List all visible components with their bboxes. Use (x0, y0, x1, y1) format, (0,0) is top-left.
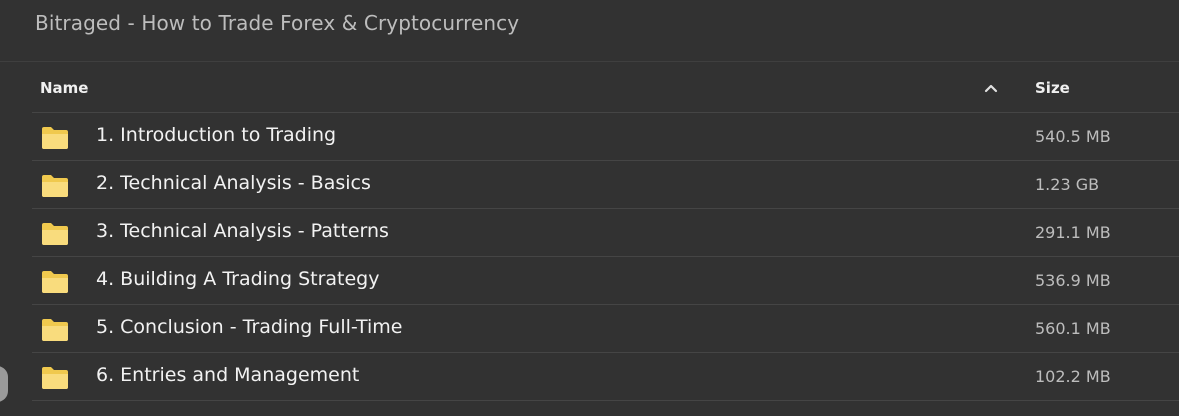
item-size: 291.1 MB (1035, 223, 1111, 242)
list-item[interactable]: 4. Building A Trading Strategy 536.9 MB (32, 257, 1179, 305)
list-item[interactable]: 1. Introduction to Trading 540.5 MB (32, 113, 1179, 161)
column-header-size[interactable]: Size (1035, 79, 1070, 97)
item-name: 2. Technical Analysis - Basics (96, 172, 371, 194)
item-size: 540.5 MB (1035, 127, 1111, 146)
list-item[interactable]: 5. Conclusion - Trading Full-Time 560.1 … (32, 305, 1179, 353)
item-size: 102.2 MB (1035, 367, 1111, 386)
side-panel-handle[interactable] (0, 366, 8, 402)
folder-icon (41, 222, 69, 246)
item-name: 3. Technical Analysis - Patterns (96, 220, 389, 242)
folder-title: Bitraged - How to Trade Forex & Cryptocu… (35, 11, 520, 35)
item-name: 6. Entries and Management (96, 364, 360, 386)
item-size: 536.9 MB (1035, 271, 1111, 290)
item-size: 1.23 GB (1035, 175, 1100, 194)
folder-icon (41, 270, 69, 294)
item-name: 5. Conclusion - Trading Full-Time (96, 316, 403, 338)
list-item[interactable]: 3. Technical Analysis - Patterns 291.1 M… (32, 209, 1179, 257)
file-browser-window: Bitraged - How to Trade Forex & Cryptocu… (0, 0, 1179, 416)
folder-icon (41, 174, 69, 198)
folder-icon (41, 318, 69, 342)
item-size: 560.1 MB (1035, 319, 1111, 338)
item-name: 1. Introduction to Trading (96, 124, 337, 146)
folder-icon (41, 366, 69, 390)
folder-icon (41, 126, 69, 150)
column-header-name[interactable]: Name (40, 79, 88, 97)
title-bar: Bitraged - How to Trade Forex & Cryptocu… (0, 0, 1179, 62)
chevron-up-icon[interactable] (982, 80, 1000, 98)
list-item[interactable]: 2. Technical Analysis - Basics 1.23 GB (32, 161, 1179, 209)
item-name: 4. Building A Trading Strategy (96, 268, 380, 290)
list-header: Name Size (32, 63, 1179, 113)
list-item[interactable]: 6. Entries and Management 102.2 MB (32, 353, 1179, 401)
file-list: Name Size 1. Introduction to Trading 540… (32, 63, 1179, 401)
